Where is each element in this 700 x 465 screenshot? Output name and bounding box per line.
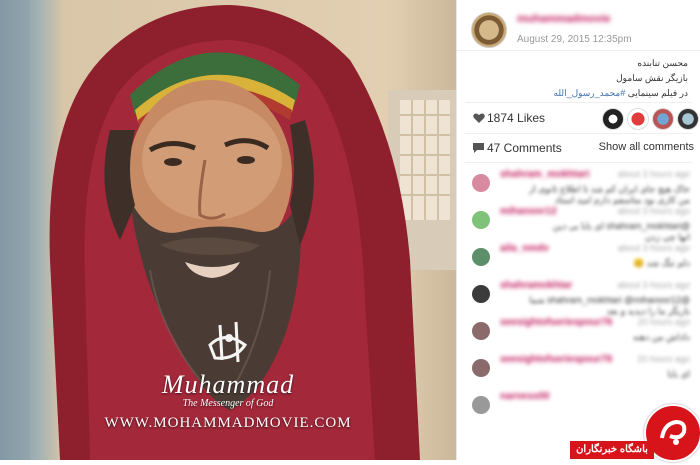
caption-line: در فیلم سینمایی #محمد_رسول_الله (469, 86, 688, 101)
comment-username[interactable]: narness00 (500, 391, 549, 402)
comment-avatar[interactable] (472, 359, 490, 377)
comment-avatar[interactable] (472, 396, 490, 414)
comment-username[interactable]: seesightofseriespour76 (500, 317, 612, 328)
post-username[interactable]: muhammadmovie (517, 13, 611, 25)
comment-list: shahram_mokhtari about 3 hours ago خاک هیچ… (456, 164, 700, 423)
comment-avatar[interactable] (472, 248, 490, 266)
comment-avatar[interactable] (472, 285, 490, 303)
post-date: August 29, 2015 12:35pm (517, 34, 632, 45)
comment-text: ای بابا (667, 369, 690, 379)
comment-avatar[interactable] (472, 322, 490, 340)
comment-text: دلم تنگ شد 😊 (633, 258, 690, 268)
comment-time: about 3 hours ago (617, 206, 690, 216)
comment-username[interactable]: mihanoor12 (500, 206, 557, 217)
comment-item: shahram_mokhtari about 3 hours ago خاک هیچ… (456, 164, 700, 205)
comment-item: shahramokhtar about 3 hours ago @shahram_m… (456, 275, 700, 316)
comment-item: seesightofseriespour76 20 hours ago داداش … (456, 312, 700, 349)
watermark-title: Muhammad (161, 370, 295, 399)
comment-avatar[interactable] (472, 211, 490, 229)
caption-line: محسن تنابنده (637, 58, 688, 68)
comment-bubble-icon (473, 143, 484, 153)
comment-item: aila_nmdv about 3 hours ago دلم تنگ شد 😊 (456, 238, 700, 275)
post-header: muhammadmovie August 29, 2015 12:35pm (457, 0, 700, 51)
comment-text: @shahram_mokhtari ای بابا بی دین (552, 221, 690, 231)
comment-text: داداش من دهنه (633, 332, 690, 342)
likes-count[interactable]: 1874 Likes (487, 111, 545, 125)
comment-time: about 3 hours ago (617, 243, 690, 253)
liker-avatar[interactable] (602, 108, 624, 130)
heart-icon (473, 113, 485, 123)
avatar[interactable] (471, 12, 507, 48)
comment-username[interactable]: shahram_mokhtari (500, 169, 589, 180)
caption-hashtag-link[interactable]: #محمد_رسول_الله (554, 88, 626, 98)
liker-avatar[interactable] (677, 108, 699, 130)
comment-text: خاک هیچ جای ایران کم شد تا اطلاع ثانوی ا… (528, 184, 690, 194)
liker-avatar[interactable] (627, 108, 649, 130)
comment-time: about 3 hours ago (617, 169, 690, 179)
comment-username[interactable]: aila_nmdv (500, 243, 549, 254)
comment-username[interactable]: seesightofseriespour76 (500, 354, 612, 365)
liker-avatar[interactable] (652, 108, 674, 130)
comment-time: 20 hours ago (637, 354, 690, 364)
divider (465, 162, 692, 163)
comment-item: seesightofseriespour76 20 hours ago ای باب… (456, 349, 700, 386)
comments-header-row: 47 Comments Show all comments (457, 134, 700, 162)
comment-text: @shahram_mokhtari @mihanoor12 شما (529, 295, 690, 305)
news-logo-icon (660, 419, 687, 445)
comment-item: mihanoor12 about 3 hours ago @shahram_mokh… (456, 201, 700, 242)
comment-time: about 3 hours ago (617, 280, 690, 290)
comments-count: 47 Comments (487, 141, 562, 155)
watermark-url: WWW.MOHAMMADMOVIE.COM (104, 415, 352, 431)
news-badge-label: باشگاه خبرنگاران (570, 441, 654, 459)
likes-row: 1874 Likes (457, 103, 700, 133)
post-photo: Muhammad The Messenger of God WWW.MOHAMM… (0, 0, 456, 460)
caption-line: بازیگر نقش سامول (616, 73, 688, 83)
show-all-comments-link[interactable]: Show all comments (599, 141, 694, 153)
post-caption: محسن تنابنده بازیگر نقش سامول در فیلم سی… (457, 51, 700, 102)
comment-time: 20 hours ago (637, 317, 690, 327)
watermark-subtitle: The Messenger of God (182, 398, 274, 409)
comment-avatar[interactable] (472, 174, 490, 192)
caption-text: در فیلم سینمایی (625, 88, 688, 98)
comment-username[interactable]: shahramokhtar (500, 280, 572, 291)
